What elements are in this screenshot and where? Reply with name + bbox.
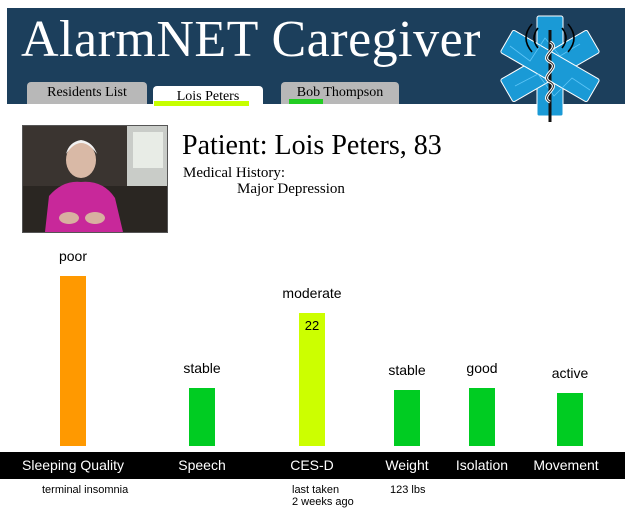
medical-history-label: Medical History:: [183, 165, 286, 181]
bar-sleeping-quality: [60, 276, 86, 446]
tab-label: Bob Thompson: [296, 85, 384, 100]
tab-residents-list[interactable]: Residents List: [27, 82, 147, 104]
metric-note: last taken 2 weeks ago: [292, 484, 354, 508]
app-title: AlarmNET Caregiver: [21, 11, 481, 68]
metric-note: terminal insomnia: [42, 484, 129, 496]
bar-movement: [557, 393, 583, 446]
metric-note: 123 lbs: [390, 484, 426, 496]
medical-history-value: Major Depression: [237, 181, 345, 197]
metric-label[interactable]: Sleeping Quality: [13, 457, 133, 473]
patient-heading: Patient: Lois Peters, 83: [182, 130, 442, 161]
tab-indicator-bob: [289, 99, 323, 104]
metric-label[interactable]: CES-D: [257, 457, 367, 473]
active-tab-indicator: [154, 101, 249, 106]
star-of-life-logo-icon: [500, 15, 600, 122]
bar-weight: [394, 390, 420, 446]
patient-photo: [22, 125, 168, 233]
bar-value-label: 22: [304, 318, 320, 333]
status-label: active: [551, 365, 589, 381]
tab-label: Residents List: [47, 85, 127, 100]
bar-isolation: [469, 388, 495, 446]
status-label: poor: [58, 248, 88, 264]
metric-label[interactable]: Movement: [511, 457, 621, 473]
status-label: good: [466, 360, 498, 376]
bar-speech: [189, 388, 215, 446]
status-label: moderate: [282, 285, 342, 301]
status-label: stable: [183, 360, 221, 376]
metric-label[interactable]: Speech: [147, 457, 257, 473]
